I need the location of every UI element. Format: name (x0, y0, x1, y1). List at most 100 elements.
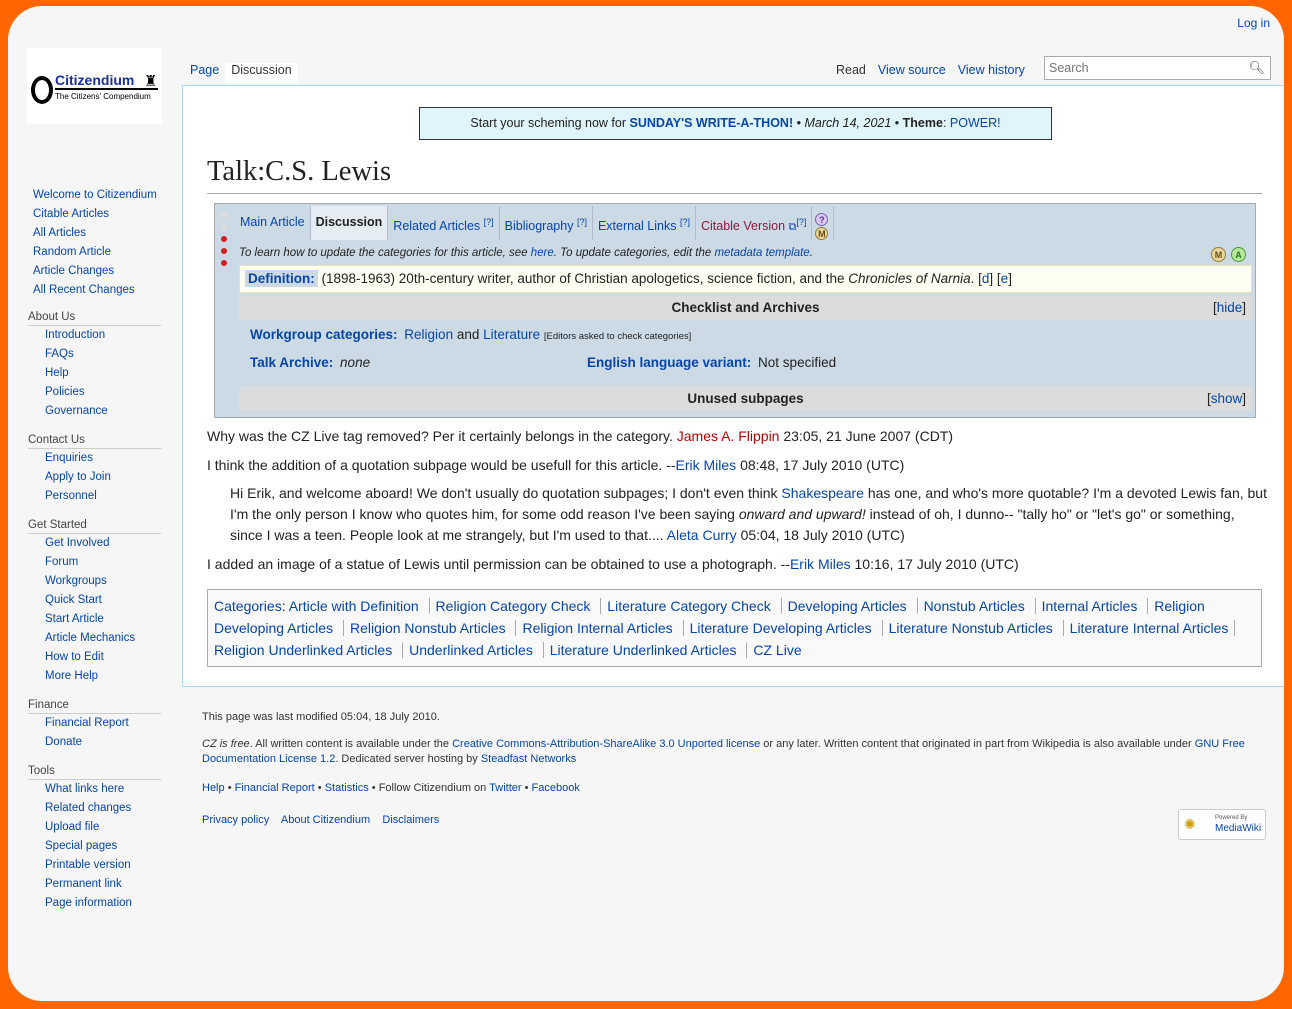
footer-financial-link[interactable]: Financial Report (235, 782, 315, 794)
show-toggle[interactable]: show (1211, 391, 1243, 406)
sidebar-item-citable[interactable]: Citable Articles (33, 208, 109, 220)
category-link[interactable]: CZ Live (753, 642, 801, 658)
sidebar-item-more-help[interactable]: More Help (45, 670, 98, 682)
definition-d-link[interactable]: d (982, 271, 990, 286)
footer-facebook-link[interactable]: Facebook (532, 782, 580, 794)
powered-by-mediawiki-badge[interactable]: ✺ Powered By MediaWiki (1178, 809, 1266, 840)
shakespeare-link[interactable]: Shakespeare (781, 485, 864, 501)
sidebar-item-welcome[interactable]: Welcome to Citizendium (33, 189, 157, 201)
definition-label[interactable]: Definition: (245, 270, 318, 287)
sidebar-item-recent-changes[interactable]: All Recent Changes (33, 284, 135, 296)
sidebar-item-apply[interactable]: Apply to Join (45, 471, 111, 483)
footer-statistics-link[interactable]: Statistics (325, 782, 369, 794)
about-link[interactable]: About Citizendium (281, 814, 370, 826)
sidebar-item-enquiries[interactable]: Enquiries (45, 452, 93, 464)
category-link[interactable]: Literature Category Check (607, 598, 770, 614)
m-status-icon[interactable]: M (1211, 247, 1226, 262)
help-mark[interactable]: [?] (796, 217, 806, 227)
disclaimers-link[interactable]: Disclaimers (382, 814, 439, 826)
tab-view-source[interactable]: View source (872, 63, 952, 84)
workgroup-literature-link[interactable]: Literature (483, 327, 540, 342)
user-link-flippin[interactable]: James A. Flippin (677, 428, 780, 444)
sidebar-item-get-involved[interactable]: Get Involved (45, 537, 110, 549)
footer-help-link[interactable]: Help (202, 782, 225, 794)
cluster-tab-citable-version[interactable]: Citable Version ⧉[?] (696, 206, 813, 240)
workgroup-religion-link[interactable]: Religion (404, 327, 453, 342)
sidebar-item-special-pages[interactable]: Special pages (45, 840, 117, 852)
cluster-tab-main-article[interactable]: Main Article (235, 206, 311, 240)
help-mark[interactable]: [?] (577, 217, 587, 227)
category-link[interactable]: Article with Definition (289, 598, 419, 614)
banner-link[interactable]: SUNDAY'S WRITE-A-THON! (630, 116, 794, 130)
cluster-tab-bibliography[interactable]: Bibliography [?] (500, 206, 593, 240)
sidebar-item-article-changes[interactable]: Article Changes (33, 265, 114, 277)
sidebar-item-policies[interactable]: Policies (45, 386, 85, 398)
tab-view-history[interactable]: View history (952, 63, 1031, 84)
sidebar-item-quick-start[interactable]: Quick Start (45, 594, 102, 606)
user-link-erik-miles[interactable]: Erik Miles (790, 556, 851, 572)
sidebar-item-related-changes[interactable]: Related changes (45, 802, 131, 814)
search-icon[interactable]: 🔍︎ (1248, 60, 1265, 76)
category-link[interactable]: Literature Developing Articles (690, 620, 872, 636)
category-link[interactable]: Internal Articles (1042, 598, 1138, 614)
sidebar-item-help[interactable]: Help (45, 367, 69, 379)
banner-theme-link[interactable]: POWER! (950, 116, 1001, 130)
category-link[interactable]: Literature Nonstub Articles (889, 620, 1053, 636)
user-link-erik-miles[interactable]: Erik Miles (676, 457, 737, 473)
categories-label[interactable]: Categories (214, 598, 282, 614)
sidebar-item-what-links-here[interactable]: What links here (45, 783, 124, 795)
cluster-tab-external-links[interactable]: External Links [?] (593, 206, 696, 240)
category-link[interactable]: Religion Internal Articles (522, 620, 672, 636)
footer-twitter-link[interactable]: Twitter (489, 782, 521, 794)
metadata-template-link[interactable]: metadata template (714, 247, 809, 259)
definition-e-link[interactable]: e (1001, 271, 1009, 286)
sidebar-item-printable-version[interactable]: Printable version (45, 859, 131, 871)
tab-read[interactable]: Read (830, 63, 872, 84)
tab-discussion[interactable]: Discussion (225, 63, 298, 84)
sidebar-item-permanent-link[interactable]: Permanent link (45, 878, 122, 890)
sidebar-item-random[interactable]: Random Article (33, 246, 111, 258)
steadfast-link[interactable]: Steadfast Networks (481, 753, 576, 765)
talk-archive-label[interactable]: Talk Archive: (247, 354, 337, 371)
sidebar-item-upload-file[interactable]: Upload file (45, 821, 99, 833)
category-link[interactable]: Literature Underlinked Articles (550, 642, 737, 658)
question-badge-icon[interactable]: ? (815, 213, 829, 226)
category-link[interactable]: Literature Internal Articles (1070, 620, 1229, 636)
category-link[interactable]: Nonstub Articles (924, 598, 1025, 614)
category-link[interactable]: Developing Articles (788, 598, 907, 614)
sidebar-item-donate[interactable]: Donate (45, 736, 82, 748)
sidebar-item-how-to-edit[interactable]: How to Edit (45, 651, 104, 663)
category-link[interactable]: Underlinked Articles (409, 642, 533, 658)
site-logo[interactable]: Citizendium ♜ The Citizens' Compendium (27, 48, 162, 124)
category-link[interactable]: Religion Nonstub Articles (350, 620, 506, 636)
category-link[interactable]: Religion Category Check (436, 598, 591, 614)
sidebar-item-workgroups[interactable]: Workgroups (45, 575, 107, 587)
cc-license-link[interactable]: Creative Commons-Attribution-ShareAlike … (452, 738, 760, 750)
here-link[interactable]: here (531, 247, 554, 259)
privacy-link[interactable]: Privacy policy (202, 814, 269, 826)
sidebar-item-page-information[interactable]: Page information (45, 897, 132, 909)
m-badge-icon[interactable]: M (815, 227, 829, 240)
sidebar-item-personnel[interactable]: Personnel (45, 490, 97, 502)
user-link-aleta-curry[interactable]: Aleta Curry (667, 527, 737, 543)
sidebar-item-forum[interactable]: Forum (45, 556, 78, 568)
sidebar-item-introduction[interactable]: Introduction (45, 329, 105, 341)
category-link[interactable]: Religion Underlinked Articles (214, 642, 392, 658)
help-mark[interactable]: [?] (484, 217, 494, 227)
login-link[interactable]: Log in (1237, 16, 1270, 30)
sidebar-item-article-mechanics[interactable]: Article Mechanics (45, 632, 135, 644)
help-mark[interactable]: [?] (680, 217, 690, 227)
cluster-tab-discussion[interactable]: Discussion (310, 206, 389, 240)
a-status-icon[interactable]: A (1231, 247, 1246, 262)
sidebar-item-start-article[interactable]: Start Article (45, 613, 104, 625)
workgroup-label[interactable]: Workgroup categories: (247, 326, 401, 343)
sidebar-item-all-articles[interactable]: All Articles (33, 227, 86, 239)
sidebar-item-financial-report[interactable]: Financial Report (45, 717, 129, 729)
search-input[interactable] (1045, 57, 1245, 79)
hide-toggle[interactable]: hide (1217, 300, 1243, 315)
english-variant-label[interactable]: English language variant: (584, 354, 755, 371)
tab-page[interactable]: Page (184, 63, 225, 84)
sidebar-item-governance[interactable]: Governance (45, 405, 108, 417)
sidebar-item-faqs[interactable]: FAQs (45, 348, 74, 360)
cluster-tab-related-articles[interactable]: Related Articles [?] (388, 206, 500, 240)
